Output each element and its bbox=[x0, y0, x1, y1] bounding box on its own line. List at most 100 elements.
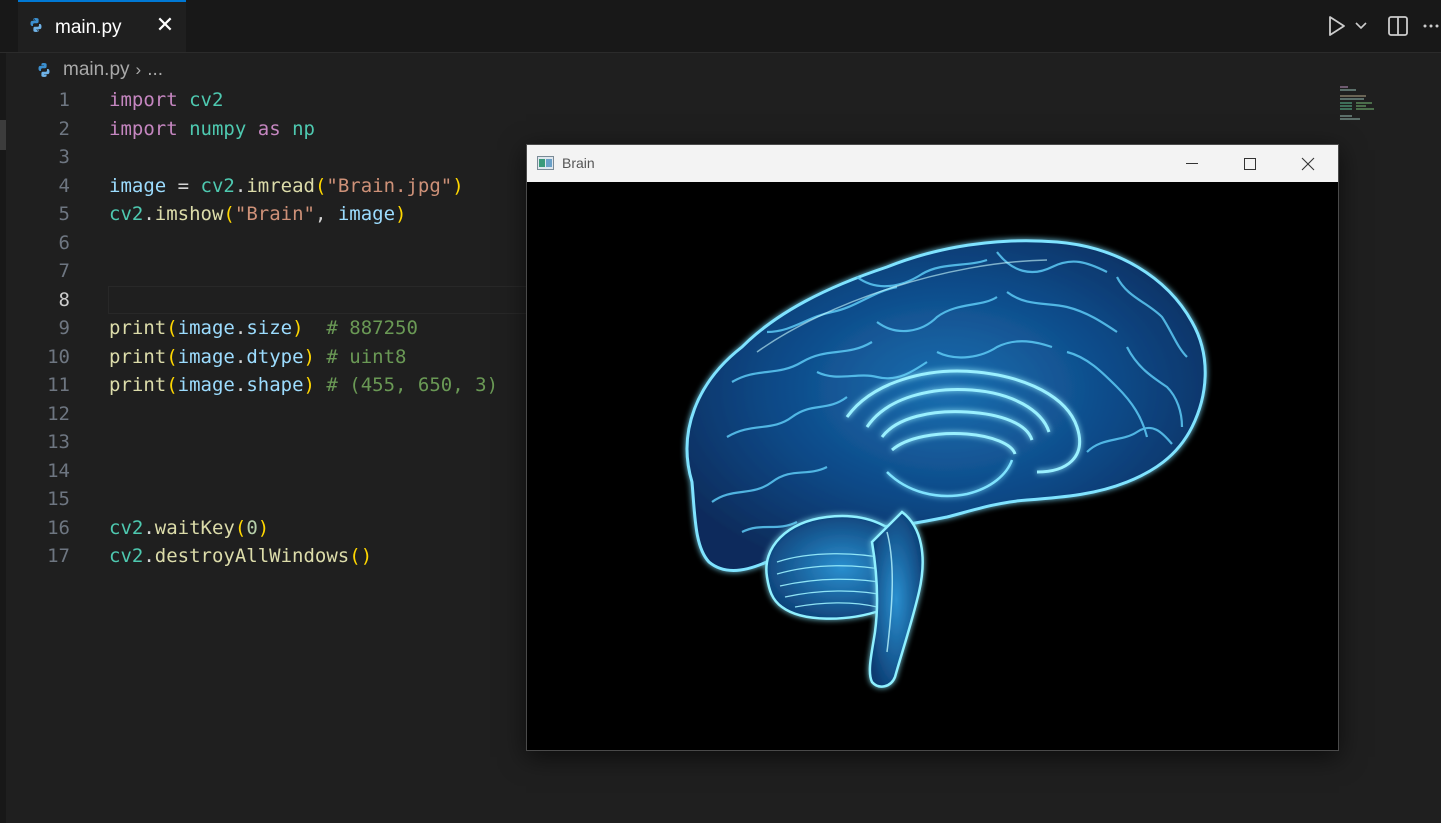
code-token: cv2 bbox=[109, 203, 144, 225]
line-number: 7 bbox=[58, 260, 70, 282]
breadcrumb-file[interactable]: main.py bbox=[63, 59, 130, 81]
line-number: 4 bbox=[58, 174, 70, 197]
code-token: . bbox=[234, 374, 247, 396]
code-token: size bbox=[246, 317, 293, 339]
code-line[interactable]: 2 import numpy as np bbox=[0, 115, 1330, 144]
code-token: imread bbox=[246, 174, 315, 197]
code-text: import numpy as np bbox=[109, 115, 315, 144]
line-number: 16 bbox=[47, 516, 70, 539]
window-close-button[interactable] bbox=[1279, 145, 1337, 182]
minimize-button[interactable] bbox=[1163, 145, 1221, 182]
code-text: print(image.shape) # (455, 650, 3) bbox=[109, 371, 498, 400]
breadcrumb: main.py › ... bbox=[36, 56, 163, 84]
code-token: image bbox=[177, 317, 235, 339]
minimap[interactable] bbox=[1338, 84, 1388, 124]
code-text: print(image.size) # 887250 bbox=[109, 314, 418, 343]
code-token: print bbox=[109, 345, 167, 368]
code-token: ) bbox=[452, 174, 464, 197]
code-text: import cv2 bbox=[109, 86, 223, 115]
chevron-down-icon[interactable] bbox=[1353, 12, 1371, 40]
code-token: () bbox=[349, 545, 373, 567]
code-token: image bbox=[177, 345, 235, 368]
line-number: 14 bbox=[47, 459, 70, 482]
line-number: 9 bbox=[58, 317, 70, 339]
brain-illustration bbox=[685, 239, 1207, 688]
image-window-title: Brain bbox=[562, 155, 595, 171]
code-token: print bbox=[109, 374, 167, 396]
code-token: . bbox=[234, 174, 247, 197]
image-window-titlebar[interactable]: Brain bbox=[527, 145, 1338, 182]
code-token: ( bbox=[314, 174, 327, 197]
code-token: "Brain.jpg" bbox=[326, 174, 453, 197]
python-file-icon bbox=[30, 18, 42, 32]
code-token: 0 bbox=[246, 516, 258, 539]
line-number: 17 bbox=[47, 545, 70, 567]
code-token: destroyAllWindows bbox=[154, 545, 350, 567]
line-number: 3 bbox=[58, 146, 70, 168]
more-actions-icon[interactable] bbox=[1422, 12, 1441, 40]
code-token: . bbox=[143, 203, 155, 225]
code-token: image bbox=[109, 174, 167, 197]
line-number: 6 bbox=[58, 231, 70, 254]
brain-image bbox=[527, 182, 1338, 750]
code-token: ) bbox=[257, 516, 270, 539]
line-number: 1 bbox=[58, 89, 70, 111]
tab-main-py[interactable]: main.py ✕ bbox=[18, 0, 186, 52]
code-token: image bbox=[177, 374, 235, 396]
maximize-button[interactable] bbox=[1221, 145, 1279, 182]
line-number: 12 bbox=[47, 402, 70, 425]
code-token: import bbox=[109, 117, 178, 140]
code-token: . bbox=[234, 317, 247, 339]
code-text: cv2.imshow("Brain", image) bbox=[109, 200, 407, 229]
code-token: = bbox=[166, 174, 201, 197]
code-token: , bbox=[314, 203, 338, 225]
code-token: "Brain" bbox=[234, 203, 315, 225]
code-token: ( bbox=[166, 345, 178, 368]
minimize-icon bbox=[1186, 163, 1198, 164]
split-editor-icon[interactable] bbox=[1386, 12, 1410, 40]
run-icon[interactable] bbox=[1325, 12, 1349, 40]
line-number: 11 bbox=[47, 374, 70, 396]
code-token: ) bbox=[303, 374, 315, 396]
line-number: 2 bbox=[58, 117, 70, 140]
code-text: image = cv2.imread("Brain.jpg") bbox=[109, 172, 464, 201]
code-token: cv2 bbox=[109, 516, 144, 539]
code-token: as bbox=[257, 117, 281, 140]
image-window[interactable]: Brain bbox=[526, 144, 1339, 751]
line-number: 15 bbox=[47, 488, 70, 510]
maximize-icon bbox=[1244, 158, 1256, 170]
line-number: 13 bbox=[47, 431, 70, 453]
code-text: cv2.destroyAllWindows() bbox=[109, 542, 372, 571]
code-token: . bbox=[143, 545, 155, 567]
code-token: ) bbox=[395, 203, 407, 225]
code-line[interactable]: 1 import cv2 bbox=[0, 86, 1330, 115]
code-token: ( bbox=[234, 516, 247, 539]
breadcrumb-separator: › bbox=[135, 60, 142, 79]
python-file-icon bbox=[38, 63, 50, 77]
code-token: ( bbox=[166, 317, 178, 339]
code-token: dtype bbox=[246, 345, 304, 368]
code-token: . bbox=[143, 516, 155, 539]
code-token: numpy bbox=[189, 117, 247, 140]
close-icon bbox=[1301, 157, 1315, 171]
code-token: shape bbox=[246, 374, 304, 396]
code-token: # uint8 bbox=[326, 345, 407, 368]
code-token: print bbox=[109, 317, 167, 339]
editor-tab-bar: main.py ✕ bbox=[0, 0, 1441, 53]
code-token: ) bbox=[303, 345, 315, 368]
close-icon[interactable]: ✕ bbox=[154, 13, 176, 39]
code-token: import bbox=[109, 89, 178, 111]
code-token: ( bbox=[223, 203, 235, 225]
breadcrumb-symbols[interactable]: ... bbox=[147, 59, 163, 81]
code-token: . bbox=[234, 345, 247, 368]
code-token: image bbox=[337, 203, 396, 225]
code-token: # (455, 650, 3) bbox=[326, 374, 499, 396]
tab-label: main.py bbox=[55, 17, 122, 38]
window-app-icon bbox=[537, 156, 554, 170]
